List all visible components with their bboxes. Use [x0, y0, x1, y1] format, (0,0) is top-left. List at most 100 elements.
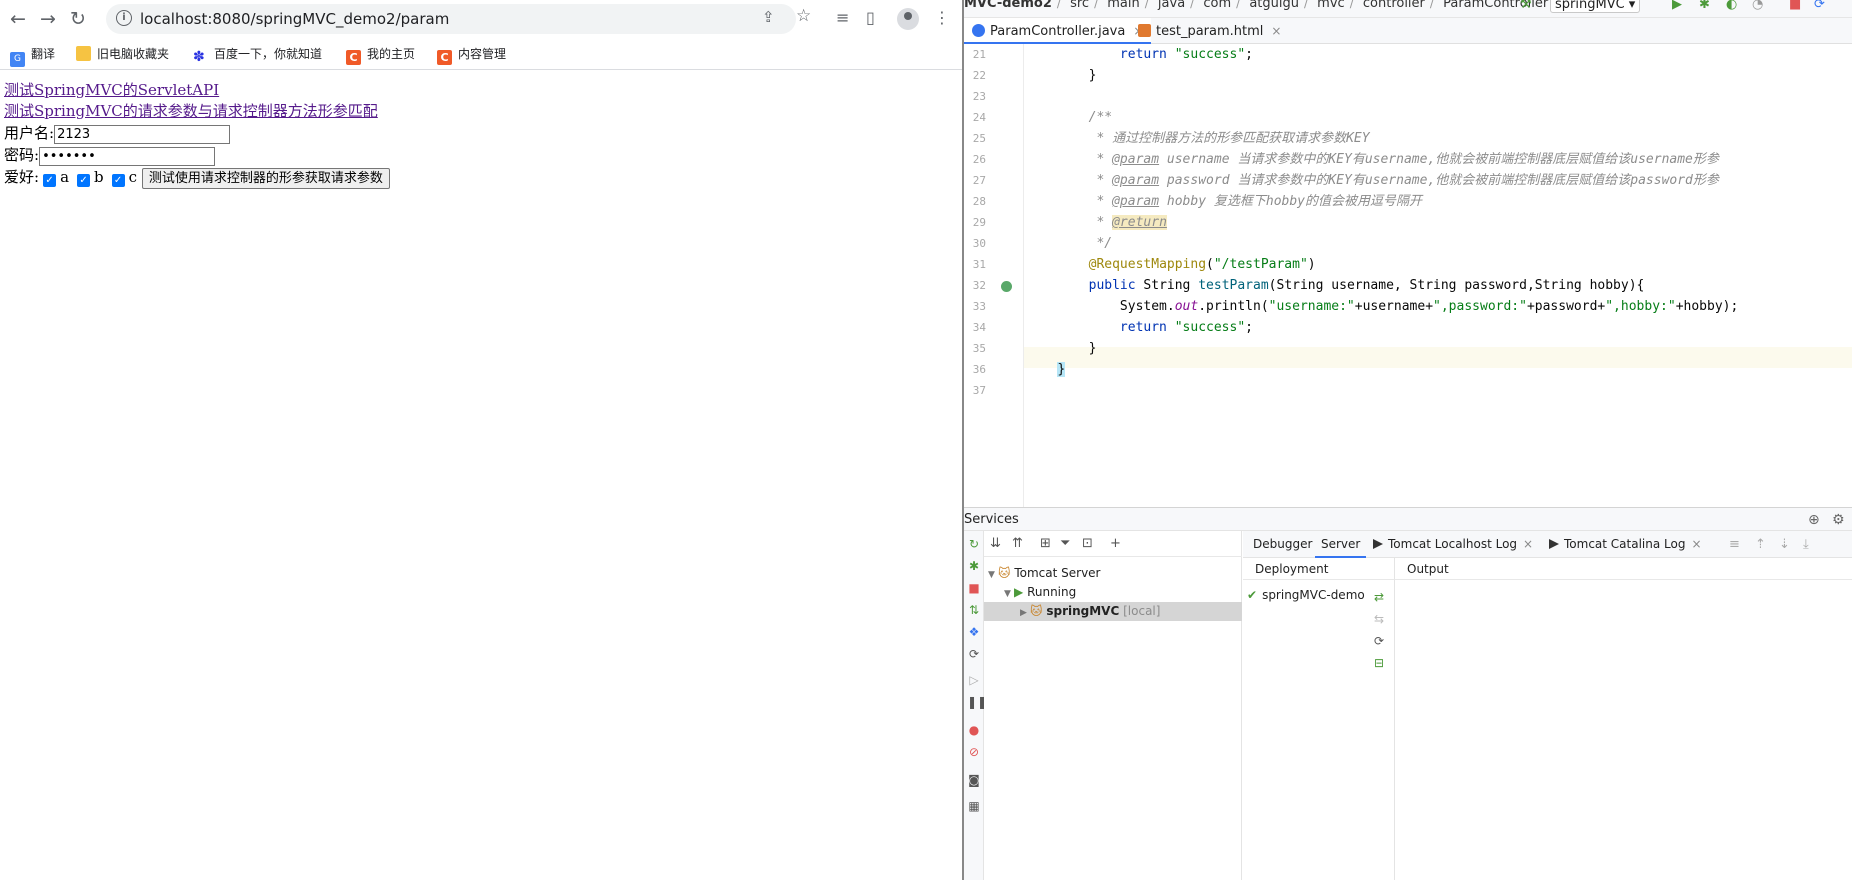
- resume-icon[interactable]: ▷: [967, 673, 981, 687]
- expand-all-icon[interactable]: ⇊: [990, 536, 1001, 551]
- crumb-controller[interactable]: controller: [1363, 0, 1425, 11]
- bookmark-homepage[interactable]: C 我的主页: [346, 45, 415, 65]
- scroll-up-icon[interactable]: ⇡: [1755, 537, 1766, 552]
- gear-icon[interactable]: ⚙: [1832, 512, 1845, 528]
- tab-server[interactable]: Server: [1315, 531, 1367, 558]
- back-arrow-icon[interactable]: ←: [6, 7, 30, 31]
- filter-icon[interactable]: ⏷: [1060, 536, 1070, 551]
- forward-arrow-icon[interactable]: →: [36, 7, 60, 31]
- line-number: 32: [972, 279, 986, 292]
- request-mapping-gutter-icon[interactable]: [1001, 281, 1012, 292]
- tomcat-icon: 🐱: [1030, 604, 1043, 618]
- media-control-icon[interactable]: ≡: [836, 8, 849, 27]
- stop-icon[interactable]: ■: [1789, 0, 1801, 12]
- tab-test-param-html[interactable]: test_param.html ×: [1130, 18, 1289, 44]
- new-tab-icon[interactable]: ⊡: [1082, 536, 1093, 551]
- pause-icon[interactable]: ❚❚: [967, 695, 987, 709]
- share-icon[interactable]: ⇪: [762, 8, 775, 26]
- close-tab-icon[interactable]: ×: [1691, 537, 1701, 551]
- bookmark-content-admin[interactable]: C 内容管理: [437, 45, 506, 65]
- deploy-artifact-icon[interactable]: ⇄: [1372, 590, 1386, 604]
- group-by-icon[interactable]: ⊞: [1040, 536, 1051, 551]
- code-line-29: * @return: [1096, 215, 1167, 230]
- crumb-project[interactable]: MVC-demo2: [964, 0, 1052, 11]
- reload-icon[interactable]: ↻: [66, 7, 90, 31]
- debug-icon[interactable]: ✱: [1699, 0, 1710, 12]
- side-panel-icon[interactable]: ▯: [866, 8, 875, 27]
- hobby-checkbox-c[interactable]: ✓: [111, 174, 125, 187]
- update-app-icon[interactable]: ❖: [967, 625, 981, 639]
- list-icon[interactable]: ≡: [1729, 537, 1740, 552]
- code-line-22: }: [1088, 68, 1097, 83]
- layout-icon[interactable]: ▦: [967, 799, 981, 813]
- crumb-src[interactable]: src: [1070, 0, 1089, 11]
- services-tree-toolbar: ⇊ ⇈ ⊞ ⏷ ⊡ +: [984, 531, 1242, 557]
- chevron-down-icon[interactable]: ▼: [988, 566, 998, 585]
- profile-avatar[interactable]: [897, 8, 919, 30]
- tree-running[interactable]: ▼ ▶ Running: [1004, 583, 1076, 602]
- tab-param-controller[interactable]: ParamController.java×: [964, 18, 1152, 44]
- password-row: 密码:: [4, 144, 390, 166]
- menu-kebab-icon[interactable]: ⋮: [934, 8, 950, 27]
- undeploy-icon[interactable]: ⇆: [1372, 612, 1386, 626]
- hammer-build-icon[interactable]: ⚒: [1520, 0, 1532, 12]
- update-icon[interactable]: ⟳: [1814, 0, 1825, 12]
- tree-tomcat-server[interactable]: ▼ 🐱 Tomcat Server: [988, 564, 1101, 583]
- crosshair-icon[interactable]: ⊕: [1808, 512, 1820, 528]
- username-input[interactable]: [54, 124, 231, 144]
- site-info-icon[interactable]: i: [116, 10, 132, 26]
- crumb-com[interactable]: com: [1203, 0, 1231, 11]
- collapse-all-icon[interactable]: ⇈: [1012, 536, 1023, 551]
- hobby-checkbox-b[interactable]: ✓: [77, 174, 91, 187]
- deployment-item[interactable]: ✔ springMVC-demo: [1247, 588, 1365, 602]
- crumb-atguigu[interactable]: atguigu: [1249, 0, 1299, 11]
- bookmark-baidu[interactable]: ✽ 百度一下，你就知道: [193, 45, 322, 65]
- scroll-end-icon[interactable]: ⇣: [1779, 537, 1790, 552]
- submit-button[interactable]: 测试使用请求控制器的形参获取请求参数: [141, 167, 390, 189]
- hobby-checkbox-a[interactable]: ✓: [43, 174, 57, 187]
- address-toolbar: ← → ↻ i localhost:8080/springMVC_demo2/p…: [0, 0, 962, 38]
- rerun-icon[interactable]: ↻: [967, 537, 981, 551]
- line-number: 35: [972, 342, 986, 355]
- line-number: 36: [972, 363, 986, 376]
- mute-breakpoints-icon[interactable]: ⊘: [967, 745, 981, 759]
- link-request-params[interactable]: 测试SpringMVC的请求参数与请求控制器方法形参匹配: [4, 101, 390, 122]
- breakpoints-icon[interactable]: ●: [967, 723, 981, 737]
- redeploy-icon[interactable]: ⟳: [1372, 634, 1386, 648]
- camera-icon[interactable]: ◙: [967, 773, 981, 787]
- download-icon[interactable]: ⤓: [1803, 537, 1809, 552]
- profile-icon[interactable]: ◔: [1752, 0, 1763, 12]
- deploy-icon[interactable]: ⇅: [967, 603, 981, 617]
- link-servlet-api[interactable]: 测试SpringMVC的ServletAPI: [4, 80, 390, 101]
- url-text[interactable]: localhost:8080/springMVC_demo2/param: [140, 10, 449, 28]
- close-tab-icon[interactable]: ×: [1271, 24, 1281, 38]
- code-editor[interactable]: 21 22 23 24 25 26 27 28 29 30 31 32 33 3…: [964, 44, 1852, 507]
- refresh-icon[interactable]: ⟳: [967, 647, 981, 661]
- crumb-class[interactable]: ParamController: [1443, 0, 1548, 11]
- crumb-mvc[interactable]: mvc: [1317, 0, 1345, 11]
- tab-localhost-log[interactable]: Tomcat Localhost Log ×: [1367, 531, 1539, 558]
- chevron-right-icon[interactable]: ▶: [1020, 604, 1030, 623]
- coverage-icon[interactable]: ◐: [1726, 0, 1737, 12]
- add-service-icon[interactable]: +: [1110, 536, 1121, 551]
- close-tab-icon[interactable]: ×: [1523, 537, 1533, 551]
- debug-icon[interactable]: ✱: [967, 559, 981, 573]
- password-label: 密码:: [4, 146, 40, 164]
- run-config-select[interactable]: springMVC ▾: [1550, 0, 1641, 13]
- csdn-icon: C: [346, 50, 361, 65]
- omnibox[interactable]: i localhost:8080/springMVC_demo2/param ⇪…: [106, 4, 811, 34]
- crumb-java[interactable]: java: [1158, 0, 1185, 11]
- code-line-30: */: [1088, 236, 1113, 251]
- bookmark-translate[interactable]: G 翻译: [10, 45, 55, 67]
- run-icon[interactable]: ▶: [1672, 0, 1682, 12]
- crumb-main[interactable]: main: [1107, 0, 1139, 11]
- stop-icon[interactable]: ■: [967, 581, 981, 595]
- open-browser-icon[interactable]: ⊟: [1372, 656, 1386, 670]
- bookmark-star-icon[interactable]: ☆: [796, 6, 811, 26]
- code-line-28: * @param hobby 复选框下hobby的值会被用逗号隔开: [1096, 194, 1422, 209]
- tab-catalina-log[interactable]: Tomcat Catalina Log ×: [1543, 531, 1708, 558]
- tab-debugger[interactable]: Debugger: [1247, 531, 1318, 558]
- password-input[interactable]: [39, 146, 216, 166]
- tree-springmvc[interactable]: ▶ 🐱 springMVC [local]: [984, 602, 1242, 621]
- bookmark-folder-old[interactable]: 旧电脑收藏夹: [76, 45, 169, 62]
